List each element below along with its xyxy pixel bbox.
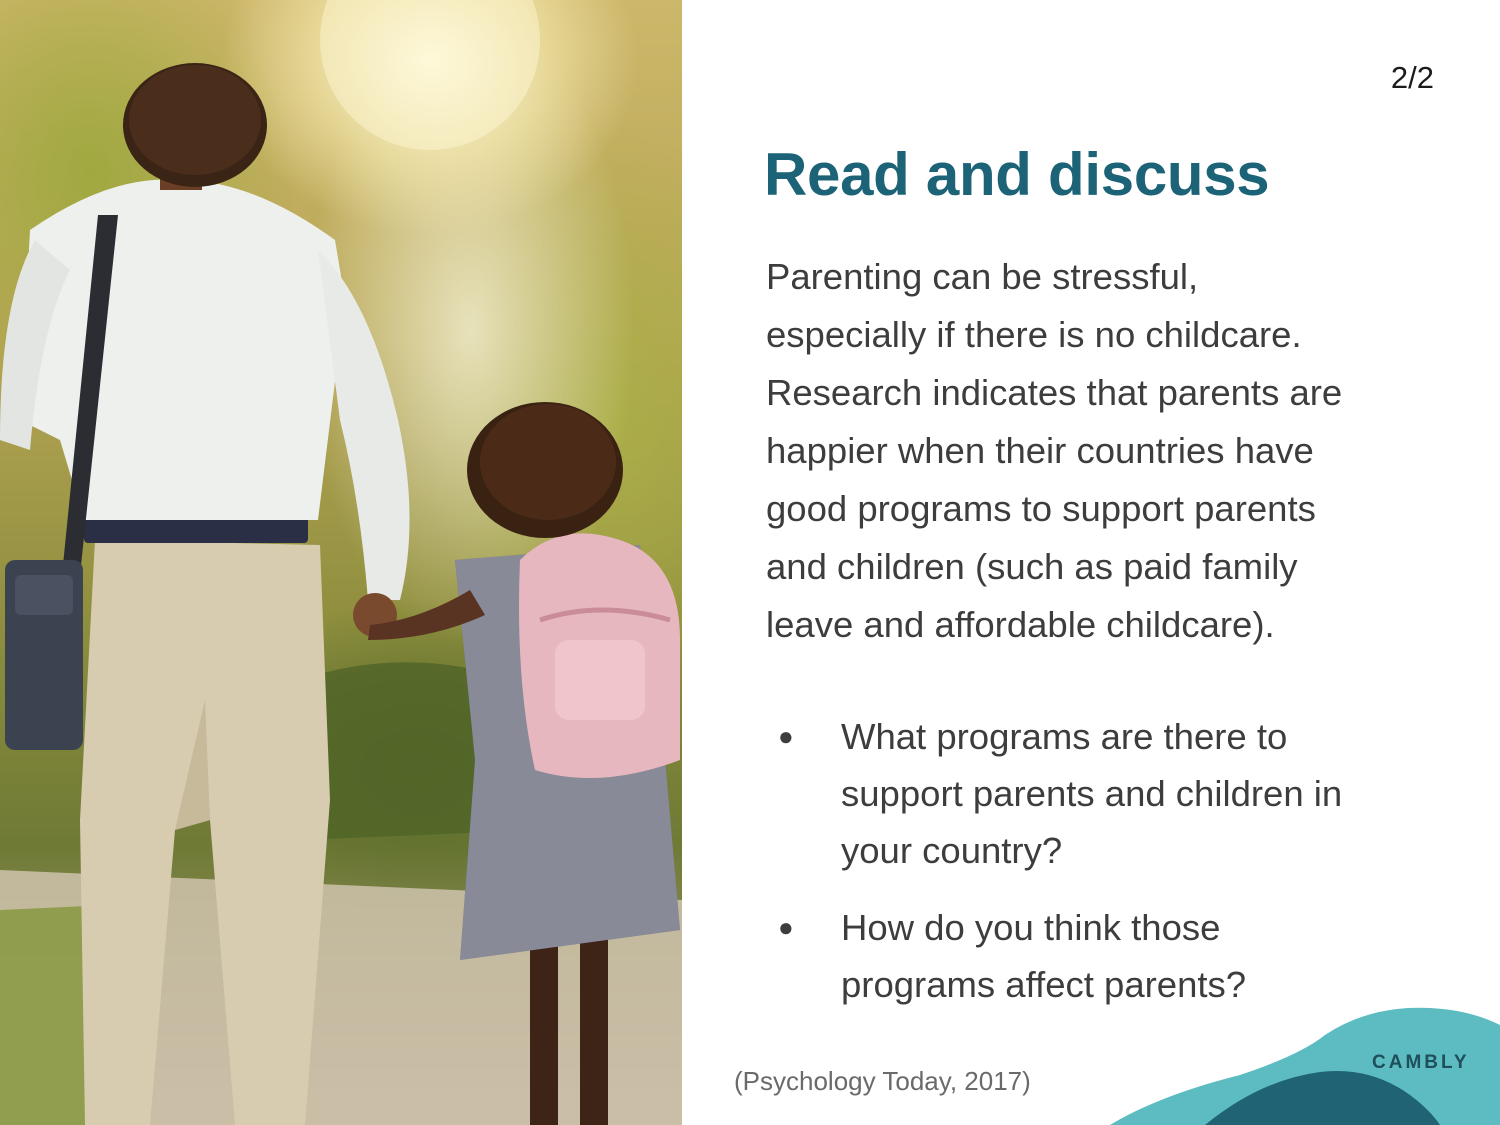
question-item: ● How do you think those programs affect… bbox=[766, 899, 1466, 1013]
paragraph-line: especially if there is no childcare. bbox=[766, 314, 1302, 355]
slide-title: Read and discuss bbox=[764, 141, 1270, 208]
page-number: 2/2 bbox=[1390, 60, 1434, 95]
question-line: your country? bbox=[841, 830, 1063, 871]
source-citation: (Psychology Today, 2017) bbox=[734, 1066, 1031, 1096]
question-line: support parents and children in bbox=[841, 773, 1343, 814]
question-line: How do you think those bbox=[841, 907, 1221, 948]
photo-father-daughter-walking bbox=[0, 0, 682, 1125]
bullet-icon: ● bbox=[778, 721, 794, 751]
paragraph-line: happier when their countries have bbox=[766, 430, 1314, 471]
photo-illustration bbox=[0, 0, 682, 1125]
cambly-logo: CAMBLY bbox=[1372, 1052, 1470, 1073]
question-line: programs affect parents? bbox=[841, 964, 1247, 1005]
paragraph-line: leave and affordable childcare). bbox=[766, 604, 1275, 645]
paragraph-line: Research indicates that parents are bbox=[766, 372, 1343, 413]
bullet-icon: ● bbox=[778, 912, 794, 942]
paragraph-line: and children (such as paid family bbox=[766, 546, 1298, 587]
question-item: ● What programs are there to support par… bbox=[766, 708, 1466, 879]
question-line: What programs are there to bbox=[841, 716, 1288, 757]
paragraph-line: good programs to support parents bbox=[766, 488, 1316, 529]
discussion-questions: ● What programs are there to support par… bbox=[766, 708, 1466, 1033]
reading-paragraph: Parenting can be stressful, especially i… bbox=[766, 248, 1466, 654]
paragraph-line: Parenting can be stressful, bbox=[766, 256, 1199, 297]
